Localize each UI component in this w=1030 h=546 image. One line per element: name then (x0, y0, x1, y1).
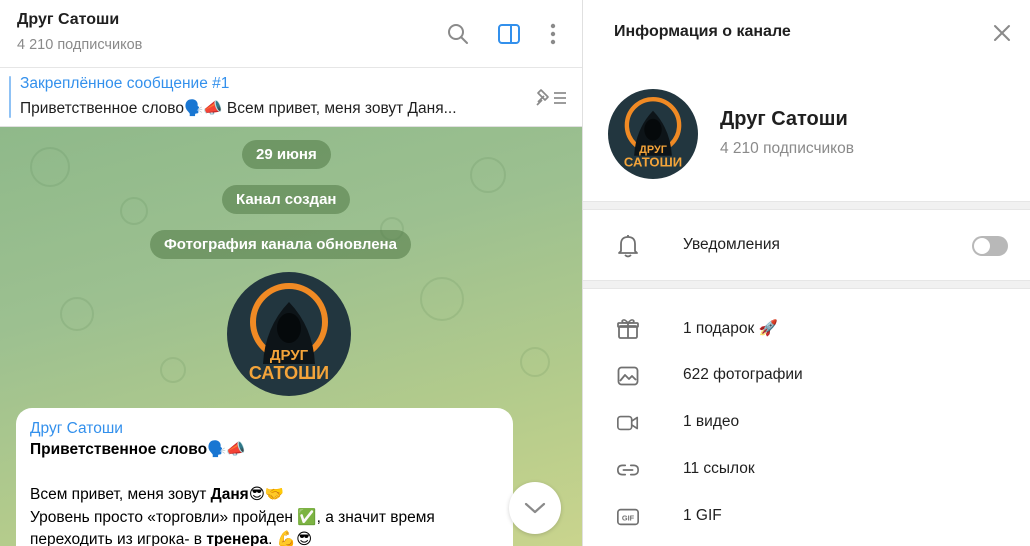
pinned-message-bar[interactable]: Закреплённое сообщение #1 Приветственное… (0, 68, 582, 127)
message-line-2: Уровень просто «торговли» пройден ✅, а з… (30, 508, 435, 526)
channel-photo[interactable]: ДРУГ САТОШИ (227, 272, 351, 396)
videos-label: 1 видео (683, 413, 740, 430)
chat-header[interactable]: Друг Сатоши 4 210 подписчиков (0, 0, 582, 68)
media-row-links[interactable]: 11 ссылок (583, 448, 1030, 492)
more-menu-icon[interactable] (539, 20, 567, 48)
media-row-gifs[interactable]: GIF 1 GIF (583, 495, 1030, 539)
wallpaper-doodle (30, 147, 70, 187)
notifications-row[interactable]: Уведомления (583, 224, 1030, 268)
notifications-label: Уведомления (683, 236, 780, 253)
chat-title[interactable]: Друг Сатоши (17, 11, 119, 29)
search-icon[interactable] (444, 20, 472, 48)
gifs-label: 1 GIF (683, 507, 722, 524)
message-author[interactable]: Друг Сатоши (30, 418, 499, 439)
message-heading: Приветственное слово🗣️📣 (30, 441, 246, 458)
pinned-title: Закреплённое сообщение #1 (20, 75, 230, 92)
avatar-text-line2: САТОШИ (624, 155, 682, 170)
pinned-list-icon[interactable] (534, 86, 568, 108)
bell-icon (616, 234, 640, 258)
section-divider (583, 280, 1030, 289)
scroll-down-button[interactable] (509, 482, 561, 534)
message-line-1-suffix: 😎🤝 (248, 486, 285, 503)
media-row-photos[interactable]: 622 фотографии (583, 354, 1030, 398)
message-line-3-prefix: переходить из игрока- в (30, 531, 207, 546)
message-line-3-suffix: . 💪😎 (268, 531, 313, 546)
media-row-videos[interactable]: 1 видео (583, 401, 1030, 445)
chat-subscribers: 4 210 подписчиков (17, 37, 143, 53)
gif-icon: GIF (616, 505, 640, 529)
link-icon (616, 458, 640, 482)
wallpaper-doodle (160, 357, 186, 383)
wallpaper-doodle (120, 197, 148, 225)
service-message-created: Канал создан (222, 185, 351, 214)
svg-text:GIF: GIF (622, 514, 635, 523)
service-message-photo-updated: Фотография канала обновлена (150, 230, 411, 259)
message-line-1-bold: Даня (210, 486, 249, 503)
wallpaper-doodle (470, 157, 506, 193)
channel-avatar[interactable]: ДРУГ САТОШИ (608, 89, 698, 179)
gift-icon (616, 317, 640, 341)
toggle-knob (974, 238, 990, 254)
chevron-down-icon (524, 502, 546, 514)
info-panel-title: Информация о канале (614, 23, 791, 40)
wallpaper-doodle (60, 297, 94, 331)
video-icon (616, 411, 640, 435)
notifications-toggle[interactable] (972, 236, 1008, 256)
section-divider (583, 201, 1030, 210)
channel-subscribers: 4 210 подписчиков (720, 140, 854, 157)
channel-name: Друг Сатоши (720, 108, 848, 130)
message-bubble[interactable]: Друг Сатоши Приветственное слово🗣️📣 Всем… (16, 408, 513, 546)
message-line-3-bold: тренера (206, 531, 269, 546)
photos-label: 622 фотографии (683, 366, 803, 383)
gifts-label: 1 подарок 🚀 (683, 320, 778, 337)
avatar-text-line1: ДРУГ (270, 347, 309, 364)
chat-wallpaper: 29 июня Канал создан Фотография канала о… (0, 127, 582, 546)
message-line-1: Всем привет, меня зовут Даня😎🤝 (30, 484, 499, 507)
pinned-text: Приветственное слово🗣️📣 Всем привет, мен… (20, 100, 457, 117)
photo-icon (616, 364, 640, 388)
pinned-indicator (9, 76, 11, 118)
links-label: 11 ссылок (683, 460, 755, 477)
date-separator: 29 июня (242, 140, 331, 169)
wallpaper-doodle (420, 277, 464, 321)
chat-pane: Друг Сатоши 4 210 подписчиков Закреплённ… (0, 0, 582, 546)
channel-info-panel: Информация о канале ДРУГ САТОШИ Друг Сат… (582, 0, 1030, 546)
avatar-text-line2: САТОШИ (249, 363, 329, 383)
close-icon[interactable] (989, 20, 1015, 46)
media-row-gifts[interactable]: 1 подарок 🚀 (583, 307, 1030, 351)
wallpaper-doodle (520, 347, 550, 377)
message-line-1-prefix: Всем привет, меня зовут (30, 486, 211, 503)
sidebar-toggle-icon[interactable] (495, 20, 523, 48)
message-line-3: переходить из игрока- в тренера. 💪😎 (30, 529, 499, 546)
